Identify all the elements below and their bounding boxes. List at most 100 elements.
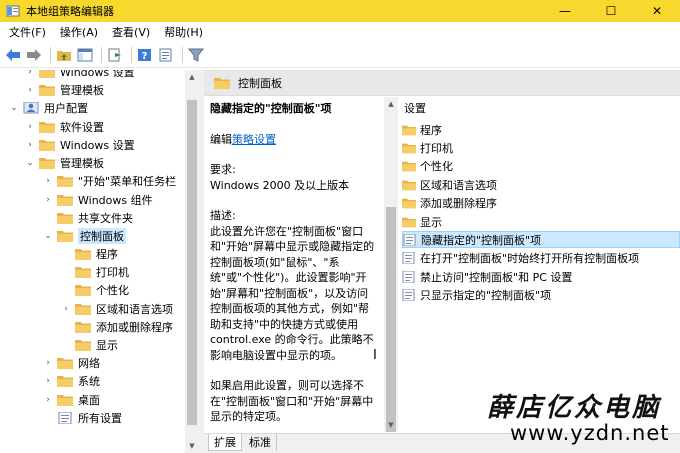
- requirements-label: 要求:: [210, 163, 236, 176]
- navigation-tree: › Windows 设置 › 管理模板 ⌄ 用户配置 › 软件设置 › Windows 设置 ⌄ 管理…: [0, 70, 199, 453]
- tree-item[interactable]: › 区域和语言选项: [60, 300, 173, 318]
- tree-item-label: 打印机: [96, 266, 129, 279]
- tree-item[interactable]: 显示: [60, 336, 118, 354]
- collapsed-arrow-icon[interactable]: ›: [42, 195, 54, 205]
- minimize-button[interactable]: —: [542, 0, 588, 22]
- tree-item-label: "开始"菜单和任务栏: [78, 175, 177, 188]
- collapsed-arrow-icon[interactable]: ›: [60, 304, 72, 314]
- tree-item-label: 管理模板: [60, 84, 104, 97]
- collapsed-arrow-icon[interactable]: ›: [24, 140, 36, 150]
- tree-vertical-scrollbar[interactable]: ▲ ▼: [185, 70, 199, 453]
- toolbar-separator: [50, 47, 51, 63]
- svg-text:?: ?: [142, 51, 148, 62]
- scrollbar-thumb[interactable]: [386, 207, 396, 432]
- menu-view[interactable]: 查看(V): [105, 22, 157, 43]
- export-list-icon[interactable]: [106, 46, 124, 64]
- expanded-arrow-icon[interactable]: ⌄: [24, 158, 36, 168]
- collapsed-arrow-icon[interactable]: ›: [42, 376, 54, 386]
- description-text: 此设置允许您在"控制面板"窗口和"开始"屏幕中显示或隐藏指定的控制面板项(如"鼠…: [210, 224, 375, 362]
- tree-item-label: 共享文件夹: [78, 212, 133, 225]
- tab-extended[interactable]: 扩展: [208, 434, 242, 451]
- policy-setting-item[interactable]: 只显示指定的"控制面板"项: [402, 287, 680, 304]
- tree-item[interactable]: › 网络: [42, 354, 100, 372]
- title-bar: 本地组策略编辑器 — ☐ ✕: [0, 0, 680, 22]
- tree-item[interactable]: › 管理模板: [24, 81, 104, 99]
- policy-setting-icon: [403, 233, 417, 247]
- settings-folder-item[interactable]: 个性化: [402, 158, 680, 175]
- settings-folder-label: 添加或删除程序: [420, 197, 497, 211]
- tree-item[interactable]: 共享文件夹: [42, 209, 133, 227]
- description-label: 描述:: [210, 209, 236, 222]
- collapsed-arrow-icon[interactable]: ›: [24, 70, 36, 77]
- expanded-arrow-icon[interactable]: ⌄: [8, 103, 20, 113]
- expanded-arrow-icon[interactable]: ⌄: [42, 231, 54, 241]
- filter-icon[interactable]: [187, 46, 205, 64]
- tree-item[interactable]: ⌄ 用户配置: [8, 99, 88, 117]
- menu-file[interactable]: 文件(F): [2, 22, 53, 43]
- tree-item[interactable]: › Windows 组件: [42, 191, 153, 209]
- tree-item[interactable]: 个性化: [60, 281, 129, 299]
- help-icon[interactable]: ?: [136, 46, 154, 64]
- policy-setting-item[interactable]: 隐藏指定的"控制面板"项: [402, 231, 680, 249]
- policy-title: 隐藏指定的"控制面板"项: [210, 102, 332, 115]
- forward-arrow-icon[interactable]: [25, 46, 43, 64]
- close-button[interactable]: ✕: [634, 0, 680, 22]
- tree-item[interactable]: › 系统: [42, 372, 100, 390]
- edit-policy-link[interactable]: 策略设置: [232, 133, 276, 146]
- policy-setting-icon: [402, 270, 416, 284]
- tree-item-label: Windows 组件: [78, 194, 153, 207]
- collapsed-arrow-icon[interactable]: ›: [42, 358, 54, 368]
- tree-item[interactable]: › Windows 设置: [24, 70, 135, 81]
- policy-setting-item[interactable]: 在打开"控制面板"时始终打开所有控制面板项: [402, 250, 680, 267]
- tree-item[interactable]: 打印机: [60, 263, 129, 281]
- tree-item[interactable]: ⌄ 管理模板: [24, 154, 104, 172]
- tree-item-label: 程序: [96, 248, 118, 261]
- folder-icon: [57, 357, 73, 369]
- tree-item[interactable]: 程序: [60, 245, 118, 263]
- scroll-up-arrow-icon[interactable]: ▲: [384, 97, 398, 111]
- collapsed-arrow-icon[interactable]: ›: [24, 122, 36, 132]
- edit-prefix: 编辑: [210, 132, 232, 146]
- collapsed-arrow-icon[interactable]: ›: [24, 85, 36, 95]
- settings-folder-item[interactable]: 区域和语言选项: [402, 176, 680, 193]
- tree-item[interactable]: › "开始"菜单和任务栏: [42, 172, 176, 190]
- scrollbar-thumb[interactable]: [187, 100, 197, 425]
- folder-icon: [75, 248, 91, 260]
- text-cursor-icon: I: [373, 348, 377, 363]
- tree-item[interactable]: 所有设置: [42, 409, 122, 427]
- show-hide-tree-icon[interactable]: [76, 46, 94, 64]
- tree-item[interactable]: › 软件设置: [24, 118, 104, 136]
- folder-icon: [75, 284, 91, 296]
- menu-bar: 文件(F) 操作(A) 查看(V) 帮助(H): [0, 22, 680, 43]
- tree-item[interactable]: ⌄ 控制面板: [42, 227, 126, 245]
- folder-icon: [39, 139, 55, 151]
- settings-folder-label: 区域和语言选项: [420, 178, 497, 192]
- settings-folder-item[interactable]: 程序: [402, 121, 680, 138]
- edit-policy-line: 编辑策略设置: [210, 132, 378, 148]
- collapsed-arrow-icon[interactable]: ›: [42, 176, 54, 186]
- settings-folder-item[interactable]: 显示: [402, 213, 680, 230]
- folder-icon: [402, 160, 416, 172]
- tab-standard[interactable]: 标准: [244, 434, 277, 451]
- folder-icon: [57, 394, 73, 406]
- settings-column-header[interactable]: 设置: [404, 100, 426, 116]
- maximize-button[interactable]: ☐: [588, 0, 634, 22]
- scroll-down-arrow-icon[interactable]: ▼: [384, 418, 398, 432]
- menu-action[interactable]: 操作(A): [53, 22, 105, 43]
- up-folder-icon[interactable]: [55, 46, 73, 64]
- menu-help[interactable]: 帮助(H): [157, 22, 210, 43]
- policy-setting-item[interactable]: 禁止访问"控制面板"和 PC 设置: [402, 268, 680, 285]
- description-scrollbar[interactable]: ▲ ▼: [384, 97, 398, 432]
- tree-item[interactable]: 添加或删除程序: [60, 318, 173, 336]
- tree-item[interactable]: › 桌面: [42, 391, 100, 409]
- scroll-down-arrow-icon[interactable]: ▼: [185, 439, 199, 453]
- settings-folder-item[interactable]: 添加或删除程序: [402, 195, 680, 212]
- properties-icon[interactable]: [157, 46, 175, 64]
- collapsed-arrow-icon[interactable]: ›: [42, 395, 54, 405]
- folder-icon: [402, 179, 416, 191]
- tree-item-label: 所有设置: [78, 412, 122, 425]
- scroll-up-arrow-icon[interactable]: ▲: [185, 70, 199, 84]
- back-arrow-icon[interactable]: [4, 46, 22, 64]
- settings-folder-item[interactable]: 打印机: [402, 139, 680, 156]
- tree-item[interactable]: › Windows 设置: [24, 136, 134, 154]
